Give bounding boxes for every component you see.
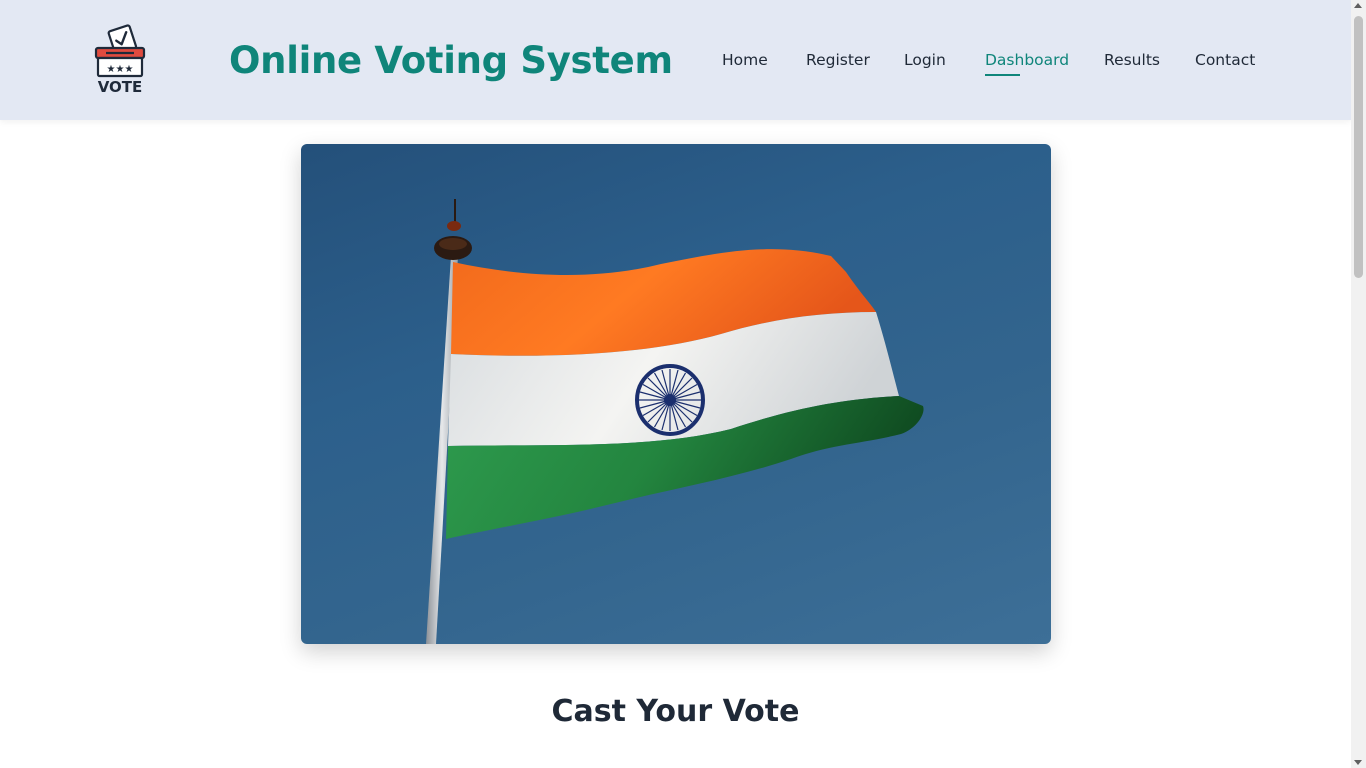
nav-login[interactable]: Login <box>904 48 946 72</box>
site-header: ★★★ VOTE Online Voting System Home Regis… <box>0 0 1351 120</box>
hero-image <box>301 144 1051 644</box>
ballot-box-icon: ★★★ VOTE <box>94 24 146 96</box>
scroll-thumb[interactable] <box>1354 16 1363 278</box>
nav-results[interactable]: Results <box>1104 48 1160 72</box>
scroll-up-arrow-icon[interactable] <box>1354 3 1362 8</box>
logo-text: VOTE <box>98 78 143 96</box>
nav-register[interactable]: Register <box>806 48 870 72</box>
flag-photo <box>426 199 924 644</box>
nav-contact[interactable]: Contact <box>1195 48 1255 72</box>
nav-home[interactable]: Home <box>722 48 768 72</box>
svg-text:★★★: ★★★ <box>107 64 134 75</box>
page: ★★★ VOTE Online Voting System Home Regis… <box>0 0 1351 768</box>
section-title: Cast Your Vote <box>551 694 800 729</box>
active-nav-underline <box>985 74 1020 76</box>
nav-dashboard[interactable]: Dashboard <box>985 48 1069 76</box>
scrollbar[interactable] <box>1351 0 1366 768</box>
vote-logo-icon[interactable]: ★★★ VOTE <box>92 24 148 96</box>
scroll-down-arrow-icon[interactable] <box>1354 760 1362 765</box>
site-title: Online Voting System <box>229 39 673 82</box>
